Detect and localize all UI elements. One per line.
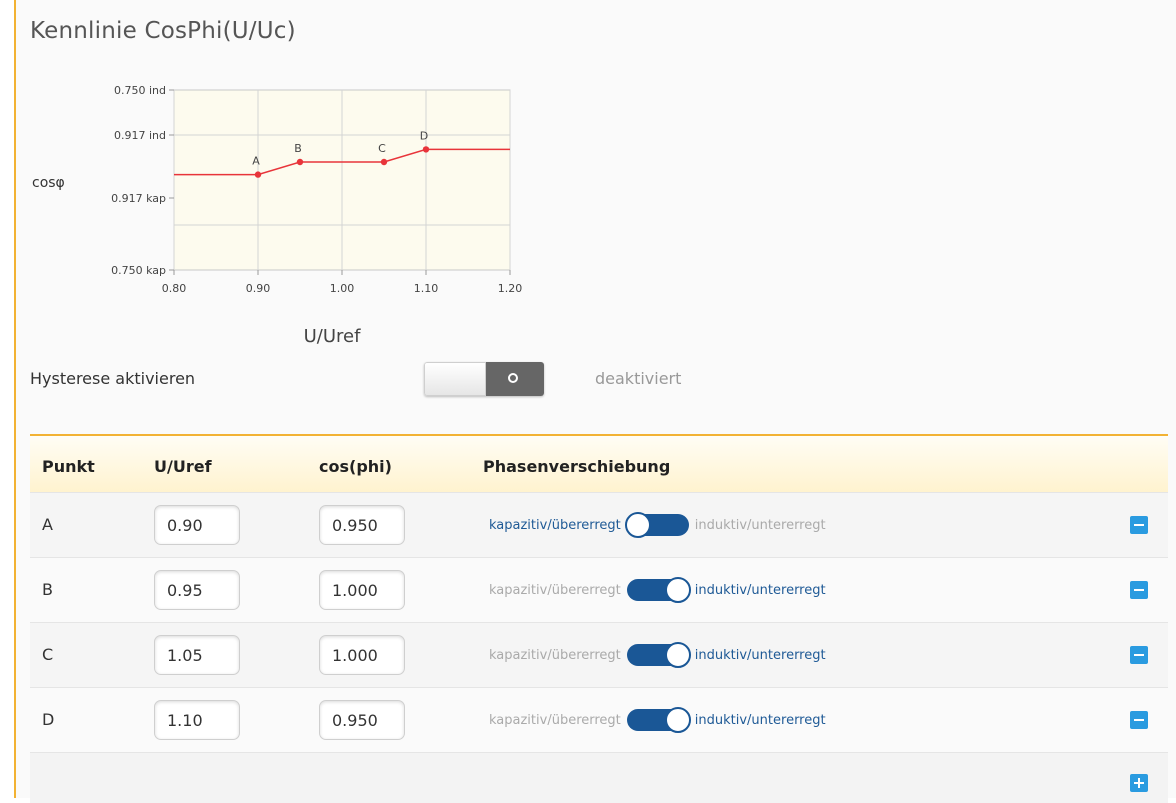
- page-title: Kennlinie CosPhi(U/Uc): [30, 18, 296, 44]
- uref-input[interactable]: [154, 505, 240, 545]
- y-tick-label: 0.750 ind: [114, 84, 166, 97]
- phase-shift-control: kapazitiv/übererregt induktiv/untererregt: [489, 512, 826, 538]
- data-point-label: A: [252, 155, 260, 168]
- data-point-label: B: [294, 142, 302, 155]
- phase-toggle[interactable]: [626, 577, 691, 603]
- point-name: A: [42, 515, 53, 534]
- table-row: Akapazitiv/übererregt induktiv/untererreg…: [30, 492, 1168, 557]
- point-name: D: [42, 710, 55, 729]
- capacitive-label: kapazitiv/übererregt: [489, 712, 621, 728]
- capacitive-label: kapazitiv/übererregt: [489, 517, 621, 533]
- cosphi-characteristic-chart: 0.80 0.90 1.00 1.10 1.20 0.750 ind 0.917 ind 0.…: [24, 70, 544, 360]
- hysteresis-label: Hysterese aktivieren: [30, 369, 196, 388]
- toggle-knob: [664, 707, 691, 733]
- x-tick-label: 0.80: [162, 282, 187, 295]
- table-footer: [30, 752, 1168, 803]
- x-tick-label: 1.20: [498, 282, 523, 295]
- phase-shift-control: kapazitiv/übererregt induktiv/untererregt: [489, 642, 826, 668]
- characteristic-points-table: Punkt U/Uref cos(phi) Phasenverschiebung…: [30, 434, 1168, 803]
- hysteresis-toggle-off-side: [424, 362, 486, 396]
- cosphi-input[interactable]: [319, 700, 405, 740]
- uref-input[interactable]: [154, 700, 240, 740]
- cosphi-input[interactable]: [319, 635, 405, 675]
- data-point: [296, 158, 304, 166]
- data-point: [254, 171, 262, 178]
- table-row: Ckapazitiv/übererregt induktiv/untererreg…: [30, 622, 1168, 687]
- header-phase: Phasenverschiebung: [483, 457, 671, 476]
- x-tick-label: 1.00: [330, 282, 355, 295]
- remove-point-button[interactable]: [1130, 646, 1148, 664]
- capacitive-label: kapazitiv/übererregt: [489, 647, 621, 663]
- x-tick-label: 0.90: [246, 282, 271, 295]
- phase-toggle[interactable]: [624, 512, 689, 538]
- header-cosphi: cos(phi): [319, 457, 392, 476]
- capacitive-label: kapazitiv/übererregt: [489, 582, 621, 598]
- inductive-label: induktiv/untererregt: [694, 647, 826, 663]
- table-row: Bkapazitiv/übererregt induktiv/untererreg…: [30, 557, 1168, 622]
- table-body: Akapazitiv/übererregt induktiv/untererreg…: [30, 492, 1168, 752]
- y-tick-label: 0.917 ind: [114, 129, 166, 142]
- phase-toggle[interactable]: [626, 707, 691, 733]
- add-point-button[interactable]: [1130, 774, 1148, 792]
- uref-input[interactable]: [154, 635, 240, 675]
- data-point: [422, 146, 430, 153]
- remove-point-button[interactable]: [1130, 711, 1148, 729]
- point-name: C: [42, 645, 54, 664]
- hysteresis-status: deaktiviert: [595, 369, 682, 388]
- hysteresis-toggle[interactable]: [424, 362, 544, 396]
- point-name: B: [42, 580, 53, 599]
- data-point-label: C: [378, 142, 386, 155]
- table-row: Dkapazitiv/übererregt induktiv/untererreg…: [30, 687, 1168, 752]
- phase-shift-control: kapazitiv/übererregt induktiv/untererregt: [489, 577, 826, 603]
- cosphi-input[interactable]: [319, 505, 405, 545]
- hysteresis-toggle-knob-side: [486, 362, 544, 396]
- remove-point-button[interactable]: [1130, 581, 1148, 599]
- toggle-ring-icon: [508, 373, 518, 383]
- uref-input[interactable]: [154, 570, 240, 610]
- y-tick-label: 0.750 kap: [111, 264, 166, 277]
- y-tick-label: 0.917 kap: [111, 192, 166, 205]
- phase-toggle[interactable]: [626, 642, 691, 668]
- x-tick-label: 1.10: [414, 282, 439, 295]
- phase-shift-control: kapazitiv/übererregt induktiv/untererregt: [489, 707, 826, 733]
- data-point-label: D: [420, 129, 428, 142]
- y-axis-label: cosφ: [32, 175, 65, 191]
- chart-svg: 0.80 0.90 1.00 1.10 1.20 0.750 ind 0.917 ind 0.…: [32, 84, 523, 347]
- inductive-label: induktiv/untererregt: [694, 517, 826, 533]
- table-header: Punkt U/Uref cos(phi) Phasenverschiebung: [30, 434, 1168, 492]
- remove-point-button[interactable]: [1130, 516, 1148, 534]
- inductive-label: induktiv/untererregt: [694, 582, 826, 598]
- toggle-knob: [664, 577, 691, 603]
- toggle-knob: [664, 642, 691, 668]
- cosphi-input[interactable]: [319, 570, 405, 610]
- header-uref: U/Uref: [154, 457, 212, 476]
- toggle-knob: [624, 512, 651, 538]
- header-punkt: Punkt: [42, 457, 95, 476]
- x-axis-label: U/Uref: [304, 326, 361, 347]
- data-point: [380, 158, 388, 166]
- inductive-label: induktiv/untererregt: [694, 712, 826, 728]
